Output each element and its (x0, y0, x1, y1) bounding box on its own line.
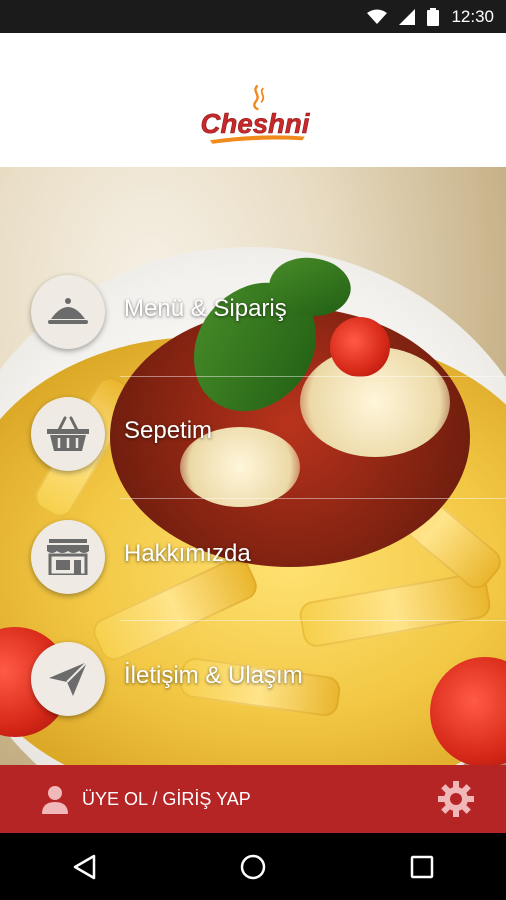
battery-icon (427, 7, 440, 26)
bottom-bar: ÜYE OL / GİRİŞ YAP (0, 765, 506, 833)
menu-item-label: İletişim & Ulaşım (124, 662, 303, 689)
gear-icon[interactable] (436, 779, 476, 819)
menu-icon-circle (31, 520, 105, 594)
menu-item-label: Hakkımızda (124, 540, 251, 567)
menu-item-label: Menü & Sipariş (124, 295, 287, 322)
basket-icon (47, 416, 89, 451)
menu-item-label: Sepetim (124, 417, 213, 444)
nav-back-button[interactable] (59, 842, 109, 892)
login-register-button[interactable]: ÜYE OL / GİRİŞ YAP (40, 765, 251, 833)
home-icon (240, 854, 266, 879)
back-icon (74, 854, 96, 879)
cloche-icon (48, 298, 88, 324)
status-icons: 12:30 (367, 0, 494, 33)
signal-icon (399, 8, 416, 25)
menu-icon-circle (31, 275, 105, 349)
store-icon (47, 539, 89, 575)
menu-item-menu-order[interactable]: Menü & Sipariş (0, 251, 506, 373)
menu-item-cart[interactable]: Sepetim (0, 373, 506, 495)
login-register-label: ÜYE OL / GİRİŞ YAP (82, 788, 251, 809)
cheshni-logo: Cheshni (200, 85, 311, 144)
user-icon (42, 786, 68, 814)
menu-item-about[interactable]: Hakkımızda (0, 496, 506, 618)
main-menu: Menü & Sipariş Sepetim Hakkımızda İletiş… (0, 167, 506, 765)
menu-item-contact[interactable]: İletişim & Ulaşım (0, 618, 506, 740)
nav-home-button[interactable] (228, 842, 278, 892)
paper-plane-icon (49, 662, 87, 696)
nav-recents-button[interactable] (397, 842, 447, 892)
status-time: 12:30 (451, 6, 494, 26)
wifi-icon (367, 9, 388, 24)
recents-icon (410, 855, 433, 878)
status-bar: 12:30 (0, 0, 506, 33)
svg-text:Cheshni: Cheshni (201, 108, 311, 139)
menu-icon-circle (31, 397, 105, 471)
system-nav-bar (0, 833, 506, 900)
menu-icon-circle (31, 642, 105, 716)
app-header: Cheshni (0, 33, 506, 167)
